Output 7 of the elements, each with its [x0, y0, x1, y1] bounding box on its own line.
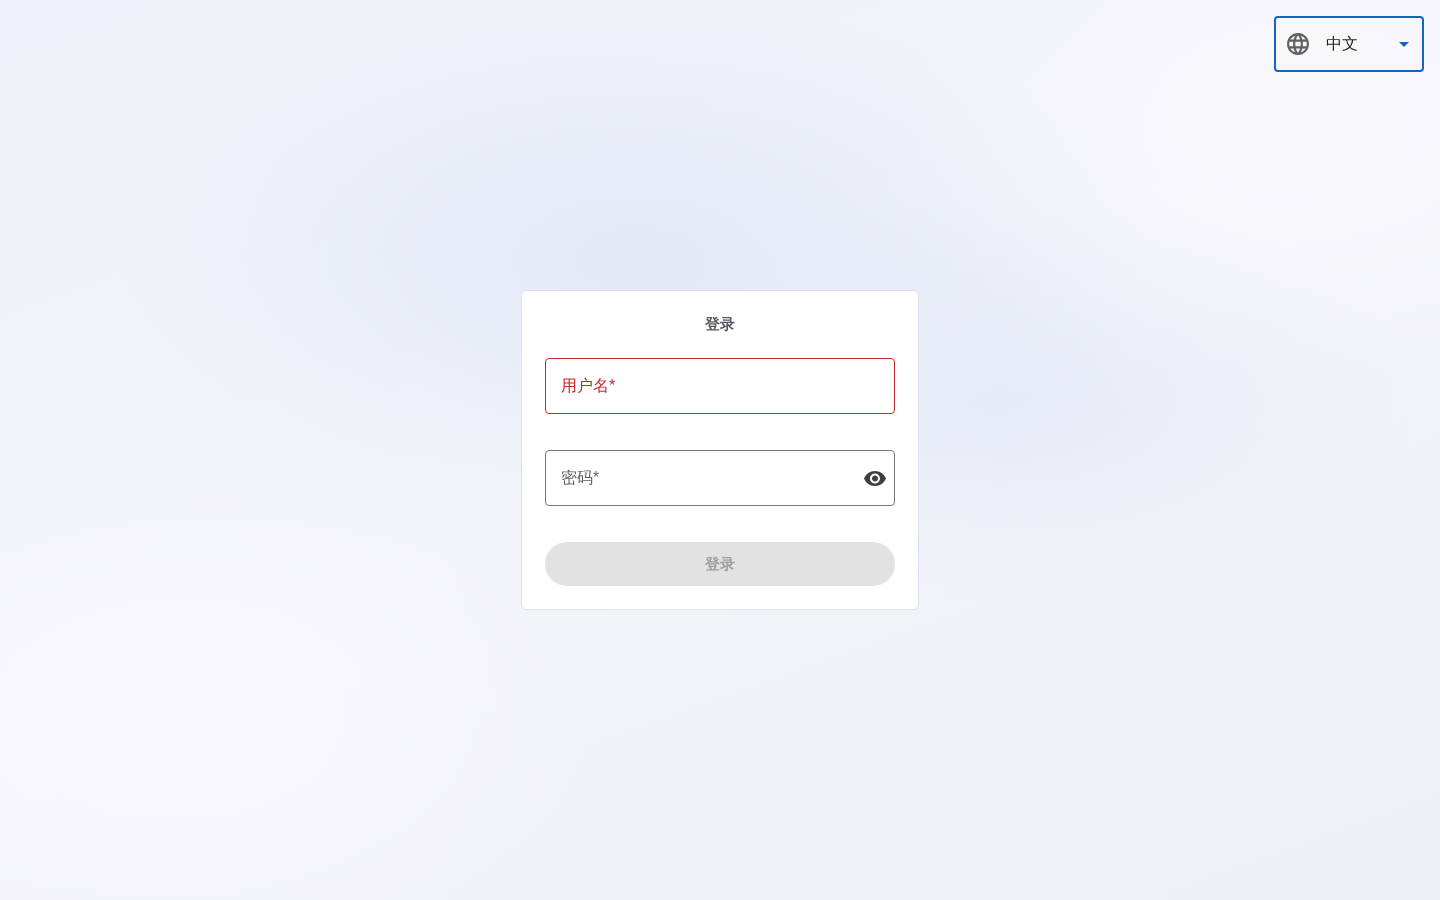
globe-icon: [1287, 33, 1309, 55]
username-field[interactable]: 用户名*: [545, 358, 895, 414]
language-select[interactable]: 中文: [1274, 16, 1424, 72]
card-title: 登录: [705, 314, 735, 334]
eye-icon: [864, 470, 886, 486]
caret-icon: [1399, 41, 1409, 47]
password-field[interactable]: 密码*: [545, 450, 895, 506]
